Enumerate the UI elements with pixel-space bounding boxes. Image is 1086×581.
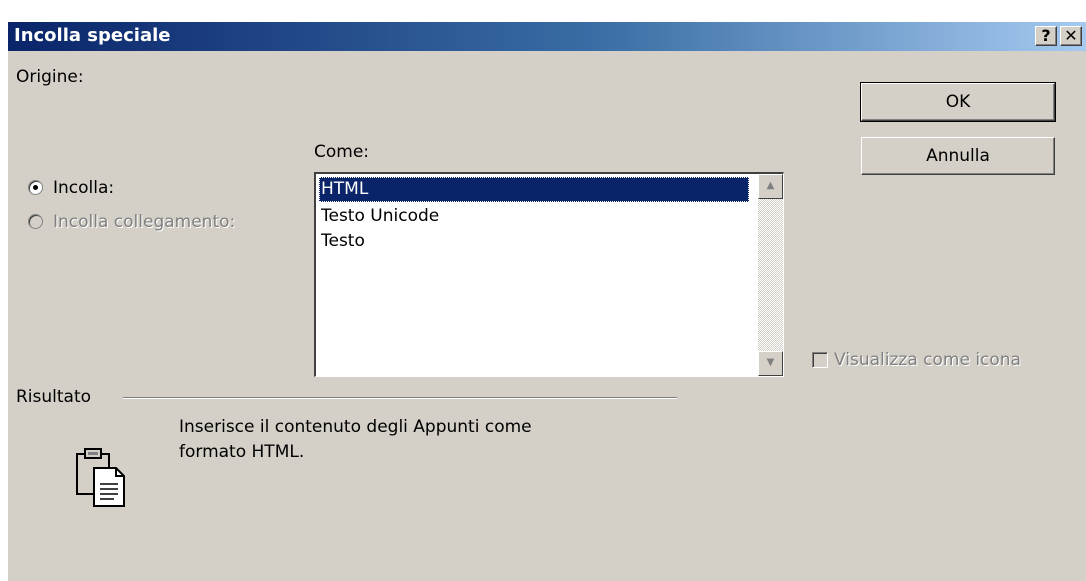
paste-special-dialog: Incolla speciale ? ✕ Origine: Come: Inco…: [7, 21, 1086, 581]
source-label: Origine:: [16, 67, 84, 87]
result-description-line-1: Inserisce il contenuto degli Appunti com…: [179, 417, 532, 437]
result-divider: [123, 397, 677, 399]
ok-button[interactable]: OK: [860, 82, 1056, 122]
title-bar[interactable]: Incolla speciale ? ✕: [8, 22, 1086, 51]
radio-selected-dot: [33, 185, 38, 190]
display-as-icon-label: Visualizza come icona: [834, 350, 1021, 370]
scroll-down-icon[interactable]: ▼: [758, 351, 783, 376]
scroll-up-icon[interactable]: ▲: [758, 174, 783, 199]
result-description-line-2: formato HTML.: [179, 442, 305, 462]
listbox-scrollbar[interactable]: ▲ ▼: [758, 174, 783, 376]
list-item-html[interactable]: HTML: [319, 177, 749, 202]
result-label: Risultato: [16, 387, 92, 407]
list-item-unicode-text[interactable]: Testo Unicode: [319, 204, 439, 229]
help-button[interactable]: ?: [1035, 26, 1057, 46]
list-item-text[interactable]: Testo: [319, 229, 365, 254]
dialog-title: Incolla speciale: [14, 25, 171, 46]
clipboard-icon: [74, 446, 132, 514]
paste-link-radio: [28, 214, 43, 229]
paste-radio[interactable]: [28, 180, 43, 195]
as-label: Come:: [314, 142, 370, 162]
close-button[interactable]: ✕: [1060, 26, 1082, 46]
display-as-icon-checkbox: [812, 352, 828, 368]
as-listbox[interactable]: HTML Testo Unicode Testo ▲ ▼: [314, 172, 784, 377]
paste-radio-label[interactable]: Incolla:: [53, 177, 114, 199]
paste-link-radio-label: Incolla collegamento:: [53, 212, 236, 232]
cancel-button[interactable]: Annulla: [861, 137, 1055, 175]
